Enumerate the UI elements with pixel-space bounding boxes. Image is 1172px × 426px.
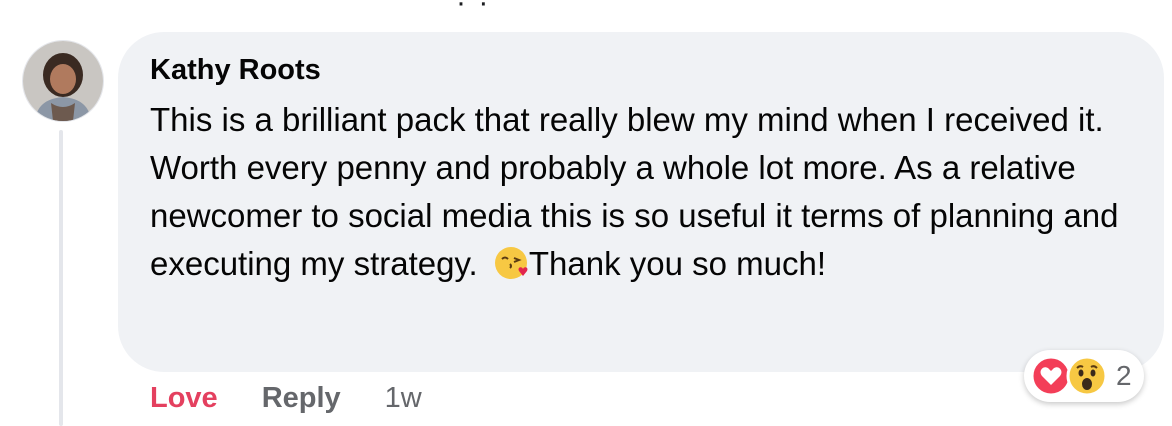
reactions-summary[interactable]: 2: [1024, 350, 1144, 402]
face-blowing-a-kiss-icon: [494, 247, 528, 279]
avatar[interactable]: [22, 40, 104, 122]
wow-reaction-icon: [1066, 355, 1108, 397]
reply-button[interactable]: Reply: [262, 378, 341, 418]
love-button[interactable]: Love: [150, 378, 218, 418]
profile-photo: [23, 41, 103, 121]
comment-bubble: Kathy Roots This is a brilliant pack tha…: [118, 32, 1164, 372]
thread-line: [59, 130, 63, 426]
comment-text-end: Thank you so much!: [528, 245, 827, 282]
comment-text: This is a brilliant pack that really ble…: [150, 96, 1134, 288]
reaction-count: 2: [1116, 360, 1132, 391]
previous-comment-fragment: · ·: [456, 0, 491, 19]
comment-actions: Love Reply 1w: [150, 378, 422, 418]
timestamp[interactable]: 1w: [385, 378, 422, 418]
comment-author[interactable]: Kathy Roots: [150, 50, 1134, 90]
